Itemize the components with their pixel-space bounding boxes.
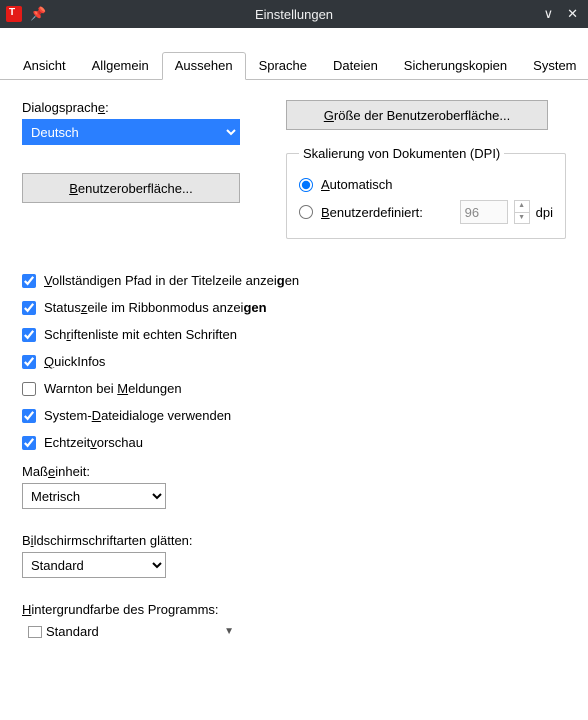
check-beep-label: Warnton bei Meldungen [44,381,182,396]
check-fullpath-label: Vollständigen Pfad in der Titelzeile anz… [44,273,299,288]
check-realfonts[interactable] [22,328,36,342]
check-quickinfo[interactable] [22,355,36,369]
check-sysdialogs[interactable] [22,409,36,423]
close-icon[interactable]: ✕ [567,6,578,22]
check-realfonts-label: Schriftenliste mit echten Schriften [44,327,237,342]
minimize-icon[interactable]: ∨ [544,6,554,22]
color-swatch-icon [28,626,42,638]
ui-size-button[interactable]: Größe der Benutzeroberfläche... [286,100,548,130]
check-statusbar[interactable] [22,301,36,315]
dialog-language-select[interactable]: Deutsch [22,119,240,145]
dpi-legend: Skalierung von Dokumenten (DPI) [299,146,504,161]
app-icon [6,6,22,22]
tab-sprache[interactable]: Sprache [246,52,320,79]
dpi-unit-label: dpi [536,205,553,220]
check-livepreview[interactable] [22,436,36,450]
tab-allgemein[interactable]: Allgemein [79,52,162,79]
pin-icon[interactable]: 📌 [30,6,46,22]
tab-ansicht[interactable]: Ansicht [10,52,79,79]
dpi-value-input [460,200,508,224]
bgcolor-select[interactable]: Standard ▼ [22,621,240,642]
unit-label: Maßeinheit: [22,464,566,479]
dpi-group: Skalierung von Dokumenten (DPI) Automati… [286,146,566,239]
check-statusbar-label: Statuszeile im Ribbonmodus anzeigen [44,300,267,315]
spin-up-icon: ▲ [515,201,529,213]
titlebar: 📌 Einstellungen ∨ ✕ [0,0,588,28]
user-interface-button[interactable]: Benutzeroberfläche... [22,173,240,203]
dpi-auto-label: Automatisch [321,177,393,192]
tab-dateien[interactable]: Dateien [320,52,391,79]
check-sysdialogs-label: System-Dateidialoge verwenden [44,408,231,423]
window-title: Einstellungen [0,7,588,22]
bgcolor-label: Hintergrundfarbe des Programms: [22,602,566,617]
smoothing-label: Bildschirmschriftarten glätten: [22,533,566,548]
dpi-custom-radio[interactable] [299,205,313,219]
check-beep[interactable] [22,382,36,396]
smoothing-select[interactable]: Standard [22,552,166,578]
check-quickinfo-label: QuickInfos [44,354,105,369]
tab-sicherungskopien[interactable]: Sicherungskopien [391,52,520,79]
dialog-language-label: Dialogsprache: [22,100,270,115]
tab-system[interactable]: System [520,52,588,79]
dpi-custom-label: Benutzerdefiniert: [321,205,423,220]
spin-down-icon: ▼ [515,213,529,224]
tab-bar: Ansicht Allgemein Aussehen Sprache Datei… [0,52,588,80]
dpi-spinner: ▲▼ [514,200,530,224]
tab-aussehen[interactable]: Aussehen [162,52,246,80]
check-fullpath[interactable] [22,274,36,288]
chevron-down-icon: ▼ [224,626,234,637]
check-livepreview-label: Echtzeitvorschau [44,435,143,450]
unit-select[interactable]: Metrisch [22,483,166,509]
dpi-auto-radio[interactable] [299,178,313,192]
